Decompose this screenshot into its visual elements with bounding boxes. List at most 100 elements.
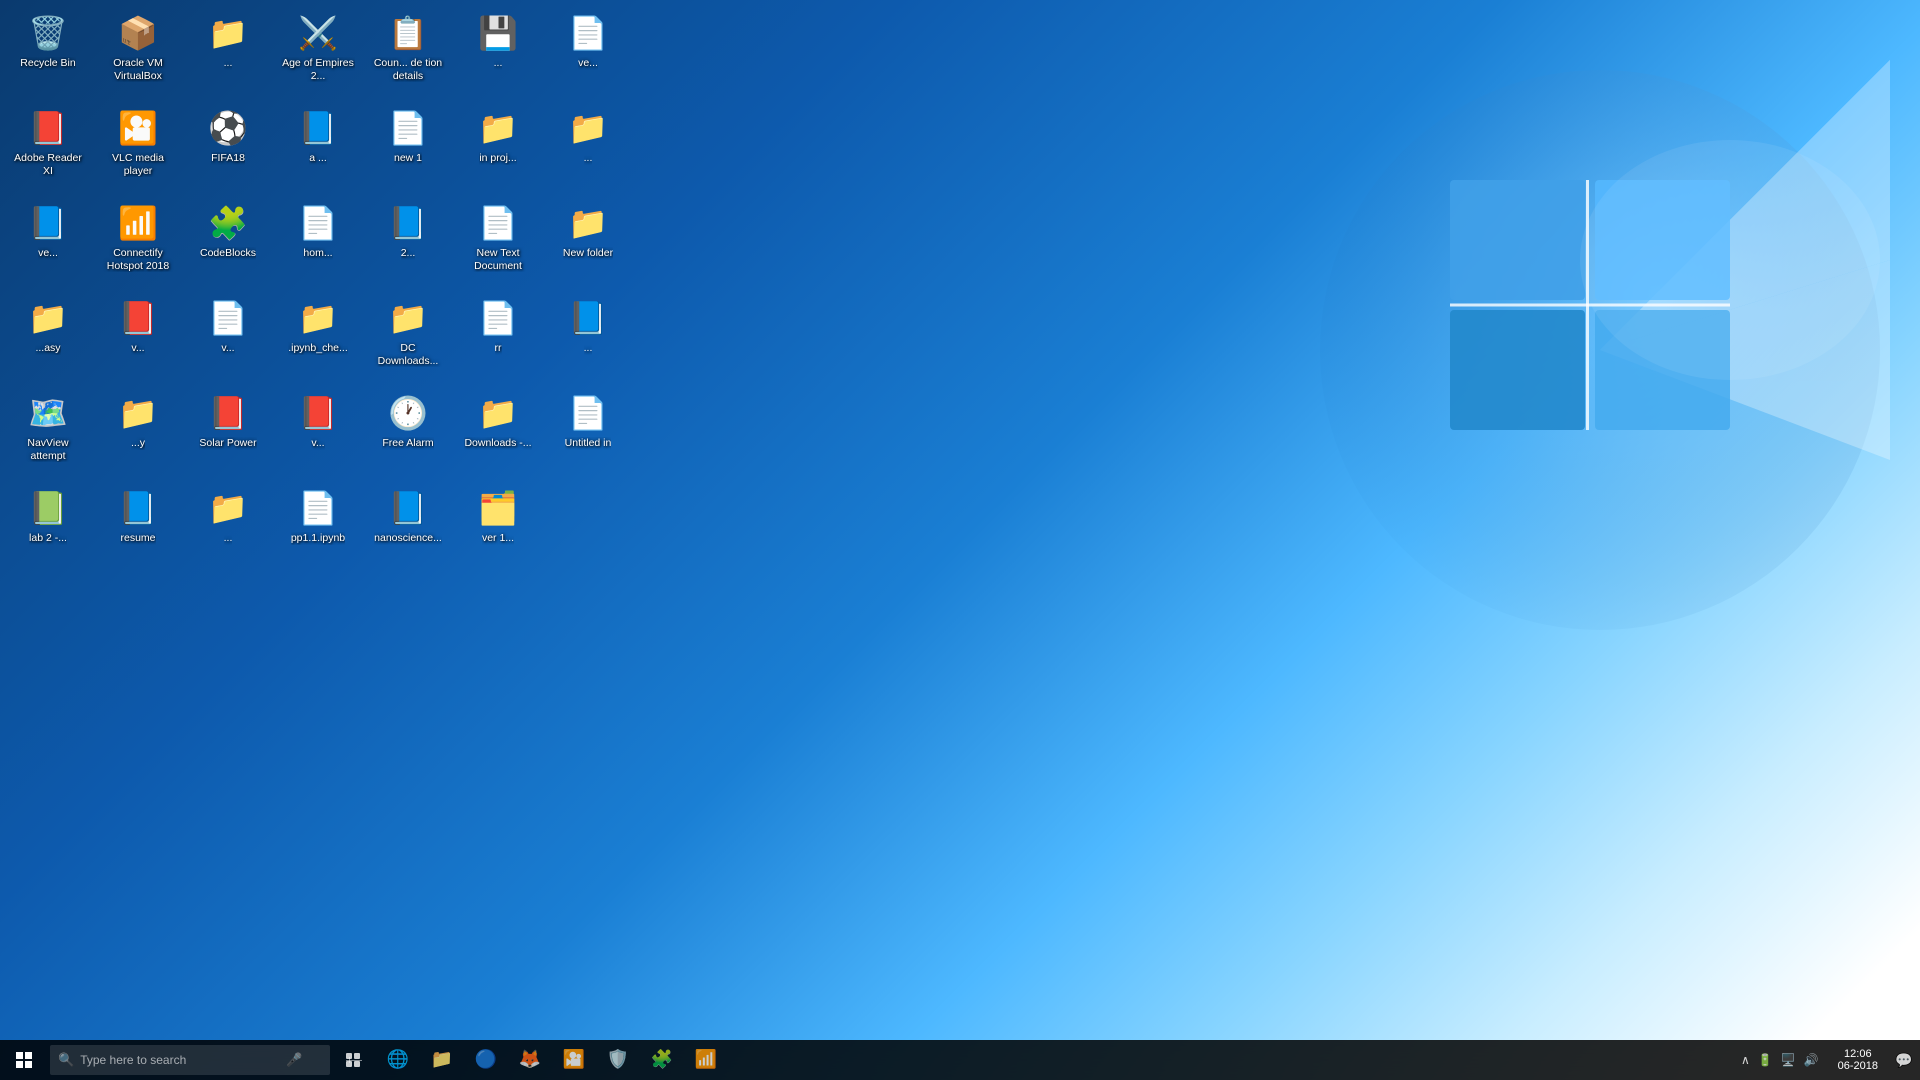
icon-image-dc-downloads: 📁 <box>388 298 428 338</box>
speaker-icon[interactable]: 🔊 <box>1801 1053 1822 1067</box>
icon-label-cpp-lab: lab 2 -... <box>29 532 67 545</box>
desktop-icon-wordve[interactable]: 📘 ve... <box>8 198 88 293</box>
desktop-icon-oracle-vm[interactable]: 📦Oracle VM VirtualBox <box>98 8 178 103</box>
desktop-icon-recycle-bin[interactable]: 🗑️Recycle Bin <box>8 8 88 103</box>
desktop-icon-rr[interactable]: 📄rr <box>458 293 538 388</box>
desktop-icon-dc-downloads[interactable]: 📁DC Downloads... <box>368 293 448 388</box>
icon-label-navview: NavView attempt <box>11 437 85 462</box>
desktop-icon-word1[interactable]: 📘a ... <box>278 103 358 198</box>
desktop-icon-pdf1[interactable]: 📕v... <box>98 293 178 388</box>
icon-image-adobe: 📕 <box>28 108 68 148</box>
icon-label-codeblocks: CodeBlocks <box>200 247 256 260</box>
icon-image-textfile2: 📄 <box>298 203 338 243</box>
icon-image-pp1: 📄 <box>298 488 338 528</box>
icon-image-untitled-in: 📄 <box>568 393 608 433</box>
icon-label-downloads: Downloads -... <box>464 437 531 450</box>
desktop-icon-grid: 🗑️Recycle Bin📦Oracle VM VirtualBox📁...⚔️… <box>0 0 650 900</box>
icon-label-oracle-vm: Oracle VM VirtualBox <box>101 57 175 82</box>
icon-label-rr: rr <box>495 342 502 355</box>
taskbar-firefox-button[interactable]: 🦊 <box>508 1040 552 1080</box>
desktop-icon-item7[interactable]: 📄ve... <box>548 8 628 103</box>
icon-image-downloads: 📁 <box>478 393 518 433</box>
desktop-icon-age-of-empires[interactable]: ⚔️ Age of Empires 2... <box>278 8 358 103</box>
network-icon[interactable]: 🖥️ <box>1778 1053 1799 1067</box>
icon-label-new-folder: New folder <box>563 247 613 260</box>
desktop-icon-fifa18[interactable]: ⚽FIFA18 <box>188 103 268 198</box>
notification-center-button[interactable]: 💬 <box>1888 1040 1920 1080</box>
desktop-icon-countdown[interactable]: 📋Coun... de tion details <box>368 8 448 103</box>
taskbar-explorer-button[interactable]: 📁 <box>420 1040 464 1080</box>
start-button[interactable] <box>0 1040 48 1080</box>
desktop-icon-codeblocks[interactable]: 🧩CodeBlocks <box>188 198 268 293</box>
desktop-icon-partial[interactable]: 📄v... <box>188 293 268 388</box>
desktop-icon-connectify[interactable]: 📶Connectify Hotspot 2018 <box>98 198 178 293</box>
desktop-icon-downloads[interactable]: 📁 Downloads -... <box>458 388 538 483</box>
taskbar: 🔍 🎤 🌐 📁 🔵 🦊 🎦 🛡️ 🧩 📶 ∧ 🔋 🖥️ 🔊 <box>0 1040 1920 1080</box>
taskbar-vlc-button[interactable]: 🎦 <box>552 1040 596 1080</box>
microphone-icon[interactable]: 🎤 <box>286 1052 302 1068</box>
icon-image-vlc: 🎦 <box>118 108 158 148</box>
taskbar-app6-button[interactable]: 🛡️ <box>596 1040 640 1080</box>
icon-label-word2: 2... <box>401 247 416 260</box>
desktop-icon-folder6[interactable]: 📁... <box>188 483 268 563</box>
clock-date: 06-2018 <box>1838 1060 1878 1072</box>
icon-label-adobe: Adobe Reader XI <box>11 152 85 177</box>
desktop-icon-untitled-in[interactable]: 📄Untitled in <box>548 388 628 483</box>
search-icon: 🔍 <box>58 1052 74 1068</box>
taskbar-app7-button[interactable]: 🧩 <box>640 1040 684 1080</box>
desktop-icon-ver1[interactable]: 🗂️ver 1... <box>458 483 538 563</box>
icon-image-wordve: 📘 <box>28 203 68 243</box>
desktop-icon-new1[interactable]: 📄new 1 <box>368 103 448 198</box>
tray-expand-icon[interactable]: ∧ <box>1738 1053 1753 1067</box>
desktop-icon-solar-power[interactable]: 📕Solar Power <box>188 388 268 483</box>
desktop-icon-nanoscience[interactable]: 📘nanoscience... <box>368 483 448 563</box>
icon-label-wordve: ve... <box>38 247 58 260</box>
taskbar-system-tray: ∧ 🔋 🖥️ 🔊 12:06 06-2018 💬 <box>1732 1040 1920 1080</box>
desktop-icon-v2[interactable]: 📕v... <box>278 388 358 483</box>
taskbar-search-bar[interactable]: 🔍 🎤 <box>50 1045 330 1075</box>
desktop-icon-navview[interactable]: 🗺️ NavView attempt <box>8 388 88 483</box>
icon-image-new-text-doc: 📄 <box>478 203 518 243</box>
taskbar-clock[interactable]: 12:06 06-2018 <box>1828 1040 1888 1080</box>
taskbar-edge-button[interactable]: 🌐 <box>376 1040 420 1080</box>
desktop-icon-resume[interactable]: 📘 resume <box>98 483 178 563</box>
desktop-icon-cpp-lab[interactable]: 📗lab 2 -... <box>8 483 88 563</box>
icon-image-folder4: 📁 <box>28 298 68 338</box>
desktop-icon-word3[interactable]: 📘... <box>548 293 628 388</box>
icon-image-navview: 🗺️ <box>28 393 68 433</box>
desktop-icon-folder2[interactable]: 📁in proj... <box>458 103 538 198</box>
taskbar-chrome-button[interactable]: 🔵 <box>464 1040 508 1080</box>
desktop-icon-folder4[interactable]: 📁...asy <box>8 293 88 388</box>
desktop-icon-word2[interactable]: 📘2... <box>368 198 448 293</box>
task-view-button[interactable] <box>332 1040 376 1080</box>
desktop-icon-new-text-doc[interactable]: 📄New Text Document <box>458 198 538 293</box>
icon-label-resume: resume <box>120 532 155 545</box>
desktop-icon-free-alarm[interactable]: 🕐Free Alarm <box>368 388 448 483</box>
icon-image-resume: 📘 <box>118 488 158 528</box>
icon-image-v2: 📕 <box>298 393 338 433</box>
icon-label-folder6: ... <box>224 532 233 545</box>
icon-label-textfile2: hom... <box>303 247 332 260</box>
desktop-icon-adobe[interactable]: 📕 Adobe Reader XI <box>8 103 88 198</box>
desktop-icon-floppy[interactable]: 💾... <box>458 8 538 103</box>
icon-image-countdown: 📋 <box>388 13 428 53</box>
icon-image-ver1: 🗂️ <box>478 488 518 528</box>
desktop-icon-vlc[interactable]: 🎦 VLC media player <box>98 103 178 198</box>
taskbar-app8-button[interactable]: 📶 <box>684 1040 728 1080</box>
search-input[interactable] <box>80 1053 280 1067</box>
desktop-icon-ipynb[interactable]: 📁.ipynb_che... <box>278 293 358 388</box>
icon-image-item7: 📄 <box>568 13 608 53</box>
icon-label-fifa18: FIFA18 <box>211 152 245 165</box>
desktop-icon-pp1[interactable]: 📄pp1.1.ipynb <box>278 483 358 563</box>
desktop-icon-folder3[interactable]: 📁... <box>548 103 628 198</box>
clock-time: 12:06 <box>1844 1048 1872 1060</box>
desktop-icon-folder1[interactable]: 📁... <box>188 8 268 103</box>
icon-label-free-alarm: Free Alarm <box>382 437 433 450</box>
desktop-icon-textfile2[interactable]: 📄 hom... <box>278 198 358 293</box>
desktop-icon-new-folder[interactable]: 📁New folder <box>548 198 628 293</box>
icon-label-vlc: VLC media player <box>101 152 175 177</box>
icon-label-age-of-empires: Age of Empires 2... <box>281 57 355 82</box>
battery-icon[interactable]: 🔋 <box>1755 1053 1776 1067</box>
icon-image-age-of-empires: ⚔️ <box>298 13 338 53</box>
desktop-icon-folder5[interactable]: 📁...y <box>98 388 178 483</box>
